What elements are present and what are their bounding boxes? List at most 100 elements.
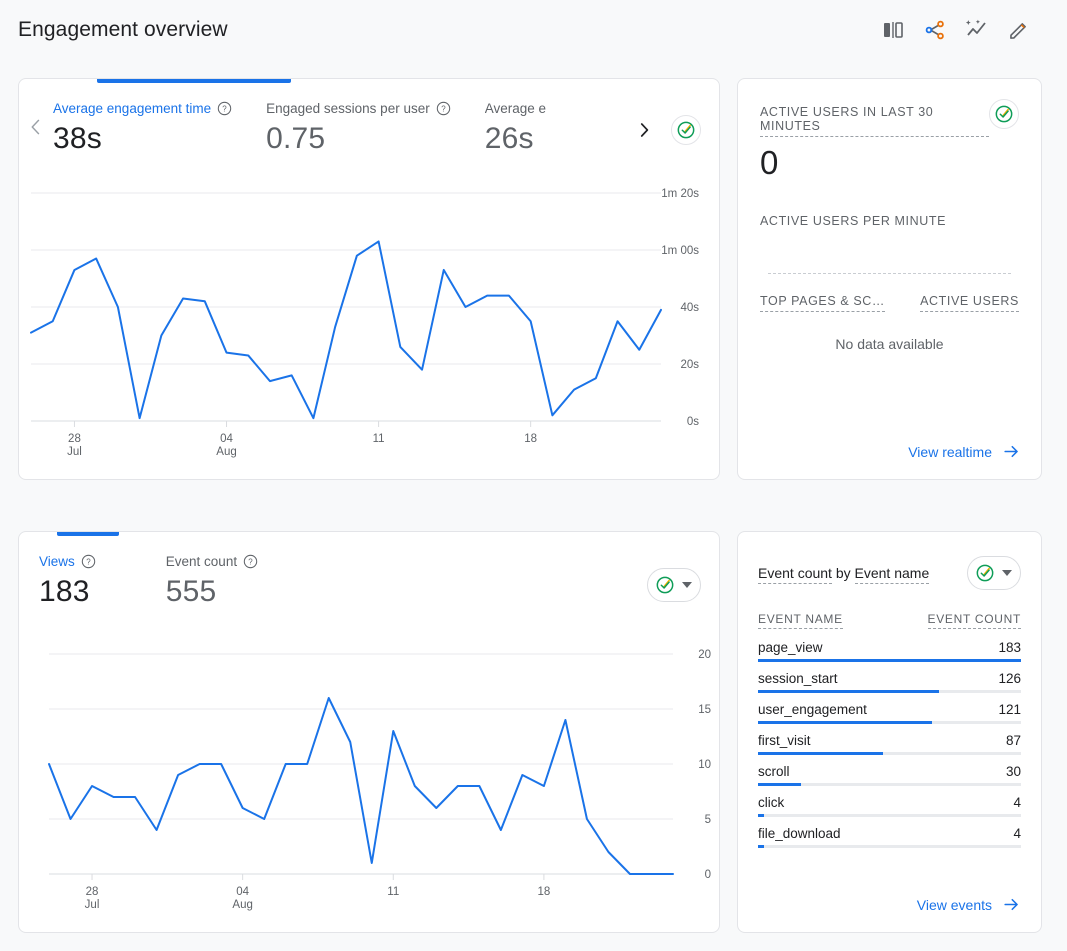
svg-text:20s: 20s xyxy=(680,359,699,371)
next-metric-button[interactable] xyxy=(627,121,661,139)
table-row[interactable]: session_start 126 xyxy=(758,662,1021,693)
view-realtime-link[interactable]: View realtime xyxy=(908,442,1021,461)
share-icon[interactable] xyxy=(923,18,947,42)
event-count-cell: 4 xyxy=(1013,795,1021,810)
svg-text:20: 20 xyxy=(698,649,711,661)
metric-tab-engaged-sessions-per-user[interactable]: Engaged sessions per user ? 0.75 xyxy=(266,101,485,155)
event-name-cell: page_view xyxy=(758,640,823,655)
svg-text:?: ? xyxy=(222,105,227,114)
metric-tab-average-engagement-time[interactable]: Average engagement time ? 38s xyxy=(53,101,266,155)
comparison-selector[interactable] xyxy=(967,556,1021,590)
event-count-cell: 4 xyxy=(1013,826,1021,841)
active-users-30min-value: 0 xyxy=(760,144,779,181)
metric-label-text: Event count xyxy=(165,554,238,569)
table-row[interactable]: first_visit 87 xyxy=(758,724,1021,755)
help-icon[interactable]: ? xyxy=(217,101,232,116)
svg-text:40s: 40s xyxy=(680,302,699,314)
svg-text:10: 10 xyxy=(698,759,711,771)
svg-text:28: 28 xyxy=(86,886,99,898)
events-table-header: EVENT NAME EVENT COUNT xyxy=(758,612,1021,629)
metric-tab-event-count[interactable]: Event count ? 555 xyxy=(130,554,292,608)
event-name-cell: user_engagement xyxy=(758,702,867,717)
event-name-cell: file_download xyxy=(758,826,841,841)
table-row[interactable]: scroll 30 xyxy=(758,755,1021,786)
events-title: Event count by Event name xyxy=(758,565,930,584)
metric-label-text: Average engagement time xyxy=(53,101,212,116)
row-bar-track xyxy=(758,845,1021,848)
table-row[interactable]: user_engagement 121 xyxy=(758,693,1021,724)
views-event-count-card: Views ? 183 Event count ? 555 20 15 10 5… xyxy=(18,531,720,933)
page-header: Engagement overview xyxy=(0,0,1067,60)
svg-text:Aug: Aug xyxy=(216,446,236,458)
data-quality-badge[interactable] xyxy=(989,99,1019,129)
table-row[interactable]: file_download 4 xyxy=(758,817,1021,848)
chevron-down-icon[interactable] xyxy=(1002,570,1012,576)
svg-text:?: ? xyxy=(86,558,91,567)
event-name-cell: session_start xyxy=(758,671,838,686)
view-realtime-label: View realtime xyxy=(908,443,992,460)
realtime-header: ACTIVE USERS IN LAST 30 MINUTES xyxy=(760,99,1019,137)
table-row[interactable]: click 4 xyxy=(758,786,1021,817)
data-quality-badge[interactable] xyxy=(671,115,701,145)
data-quality-badge[interactable] xyxy=(972,560,998,586)
metric-label-text: Average e xyxy=(484,101,547,116)
events-title-row: Event count by Event name xyxy=(758,556,1021,590)
help-icon[interactable]: ? xyxy=(81,554,96,569)
metric-list: Views ? 183 Event count ? 555 xyxy=(39,554,647,608)
event-count-by-event-name-card: Event count by Event name EVENT NAME EVE… xyxy=(737,531,1042,933)
table-row[interactable]: page_view 183 xyxy=(758,631,1021,662)
svg-text:28: 28 xyxy=(68,433,81,445)
events-body: Event count by Event name EVENT NAME EVE… xyxy=(738,532,1041,932)
event-name-cell: first_visit xyxy=(758,733,811,748)
row-bar-fill xyxy=(758,845,764,848)
svg-text:5: 5 xyxy=(705,814,711,826)
active-users-per-minute-label: ACTIVE USERS PER MINUTE xyxy=(760,214,947,229)
events-title-by: by xyxy=(835,565,851,581)
event-name-cell: click xyxy=(758,795,785,810)
previous-metric-button[interactable] xyxy=(19,101,53,137)
event-count-cell: 121 xyxy=(998,702,1021,717)
realtime-body: ACTIVE USERS IN LAST 30 MINUTES 0 ACTIVE… xyxy=(738,79,1041,479)
engagement-overview-card: Average engagement time ? 38s Engaged se… xyxy=(18,78,720,480)
metric-tab-views[interactable]: Views ? 183 xyxy=(39,554,130,608)
metric-value: 183 xyxy=(39,575,90,608)
active-metric-underline xyxy=(97,79,291,83)
event-count-column-header[interactable]: EVENT COUNT xyxy=(927,612,1021,629)
view-events-link[interactable]: View events xyxy=(917,895,1021,914)
views-chart[interactable]: 20 15 10 5 0 28 Jul 04 Aug 11 18 xyxy=(19,632,719,932)
help-icon[interactable]: ? xyxy=(436,101,451,116)
edit-icon[interactable] xyxy=(1007,18,1031,42)
metric-tab-average-engagement-time-per-session[interactable]: Average e 26s xyxy=(485,101,591,155)
metric-label: Event count ? xyxy=(166,554,258,569)
chevron-down-icon[interactable] xyxy=(682,582,692,588)
metric-value: 38s xyxy=(53,122,102,155)
page-title: Engagement overview xyxy=(18,18,228,41)
svg-text:0: 0 xyxy=(705,869,711,881)
events-title-dimension[interactable]: Event name xyxy=(854,565,930,584)
events-title-metric[interactable]: Event count xyxy=(758,565,832,584)
metric-list: Average engagement time ? 38s Engaged se… xyxy=(53,101,627,155)
realtime-card: ACTIVE USERS IN LAST 30 MINUTES 0 ACTIVE… xyxy=(737,78,1042,480)
comparison-selector[interactable] xyxy=(647,568,701,602)
view-events-label: View events xyxy=(916,896,992,913)
metric-label: Average engagement time ? xyxy=(53,101,232,116)
engagement-overview-page: Engagement overview Average engagement t… xyxy=(0,0,1067,951)
metric-strip-controls xyxy=(647,554,719,602)
active-users-30min-label: ACTIVE USERS IN LAST 30 MINUTES xyxy=(760,105,989,137)
header-actions xyxy=(881,18,1049,42)
event-count-cell: 87 xyxy=(1005,733,1021,748)
metric-label-text: Engaged sessions per user xyxy=(266,101,430,116)
metric-strip-controls xyxy=(627,101,719,145)
event-name-column-header[interactable]: EVENT NAME xyxy=(758,612,843,629)
engagement-time-chart[interactable]: 1m 20s 1m 00s 40s 20s 0s 28 Jul 04 Aug 11 18 xyxy=(19,179,719,479)
data-quality-badge[interactable] xyxy=(652,572,678,598)
svg-text:Jul: Jul xyxy=(67,446,82,458)
svg-text:18: 18 xyxy=(524,433,537,445)
arrow-right-icon xyxy=(1004,445,1018,458)
event-count-cell: 183 xyxy=(998,640,1021,655)
svg-text:?: ? xyxy=(441,105,446,114)
compare-icon[interactable] xyxy=(881,18,905,42)
top-pages-column-header: TOP PAGES & SC… xyxy=(760,294,886,313)
insights-icon[interactable] xyxy=(965,18,989,42)
help-icon[interactable]: ? xyxy=(243,554,258,569)
